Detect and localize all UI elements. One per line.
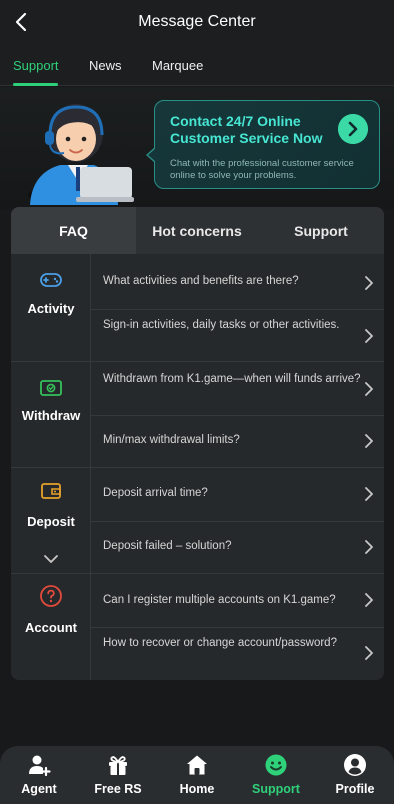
gamepad-icon <box>40 273 62 287</box>
row-divider <box>91 309 384 310</box>
contact-service-title: Contact 24/7 Online Customer Service Now <box>170 113 323 146</box>
support-smile-icon <box>265 754 287 776</box>
home-icon <box>187 755 207 775</box>
chevron-right-icon[interactable] <box>363 382 375 396</box>
chevron-right-icon[interactable] <box>363 329 375 343</box>
nav-label: Agent <box>21 782 57 796</box>
chevron-right-icon[interactable] <box>363 487 375 501</box>
faq-question[interactable]: What activities and benefits are there? <box>103 272 361 290</box>
chevron-right-icon[interactable] <box>363 593 375 607</box>
segment-hot-concerns[interactable]: Hot concerns <box>136 207 258 254</box>
chevron-right-icon[interactable] <box>363 276 375 290</box>
contact-service-card[interactable]: Contact 24/7 Online Customer Service Now… <box>146 100 380 189</box>
tab-support[interactable]: Support <box>13 58 59 73</box>
category-account[interactable]: Account <box>11 574 91 680</box>
chevron-right-icon[interactable] <box>363 646 375 660</box>
agent-icon <box>29 755 51 777</box>
nav-label: Free RS <box>94 782 142 796</box>
question-circle-icon <box>40 585 62 607</box>
faq-question[interactable]: Min/max withdrawal limits? <box>103 431 361 449</box>
faq-question[interactable]: Can I register multiple accounts on K1.g… <box>103 591 361 609</box>
tab-news[interactable]: News <box>89 58 122 73</box>
row-divider <box>91 521 384 522</box>
row-divider <box>91 627 384 628</box>
nav-free-rs[interactable]: Free RS <box>79 746 157 804</box>
faq-question[interactable]: How to recover or change account/passwor… <box>103 634 361 652</box>
category-withdraw[interactable]: Withdraw <box>11 362 91 467</box>
bottom-nav: Agent Free RS Home Support Profile <box>0 746 394 804</box>
tab-marquee[interactable]: Marquee <box>152 58 203 73</box>
faq-question[interactable]: Withdrawn from K1.game—when will funds a… <box>103 370 361 388</box>
wallet-icon <box>41 483 61 499</box>
support-banner: Contact 24/7 Online Customer Service Now… <box>0 87 394 209</box>
top-bar: Message Center <box>0 0 394 44</box>
nav-label: Profile <box>335 782 375 796</box>
profile-icon <box>344 754 366 776</box>
chevron-down-icon[interactable] <box>42 553 60 565</box>
page-title: Message Center <box>138 13 256 30</box>
category-label: Withdraw <box>21 408 81 423</box>
agent-illustration <box>28 104 134 205</box>
faq-question[interactable]: Deposit arrival time? <box>103 484 361 502</box>
segment-support[interactable]: Support <box>258 207 384 254</box>
category-activity[interactable]: Activity <box>11 254 91 361</box>
category-label: Account <box>25 620 77 635</box>
category-label: Activity <box>27 301 75 316</box>
faq-question[interactable]: Sign-in activities, daily tasks or other… <box>103 316 361 334</box>
row-divider <box>91 415 384 416</box>
cash-icon <box>40 380 62 396</box>
nav-label: Home <box>179 782 215 796</box>
faq-panel: FAQ Hot concerns Support Activity What a… <box>11 207 384 680</box>
nav-support[interactable]: Support <box>237 746 315 804</box>
top-tabs: Support News Marquee <box>0 44 394 86</box>
chevron-right-icon[interactable] <box>363 540 375 554</box>
nav-home[interactable]: Home <box>158 746 236 804</box>
nav-label: Support <box>252 782 300 796</box>
chevron-right-circle-icon[interactable] <box>338 114 368 144</box>
chevron-left-icon[interactable] <box>10 10 34 34</box>
nav-agent[interactable]: Agent <box>0 746 78 804</box>
segment-faq[interactable]: FAQ <box>11 207 136 254</box>
nav-profile[interactable]: Profile <box>316 746 394 804</box>
category-label: Deposit <box>27 514 75 529</box>
gift-icon <box>109 756 127 775</box>
faq-question[interactable]: Deposit failed – solution? <box>103 537 361 555</box>
faq-segment-control: FAQ Hot concerns Support <box>11 207 384 254</box>
active-tab-indicator <box>13 83 58 86</box>
chevron-right-icon[interactable] <box>363 434 375 448</box>
contact-service-description: Chat with the professional customer serv… <box>170 158 354 181</box>
